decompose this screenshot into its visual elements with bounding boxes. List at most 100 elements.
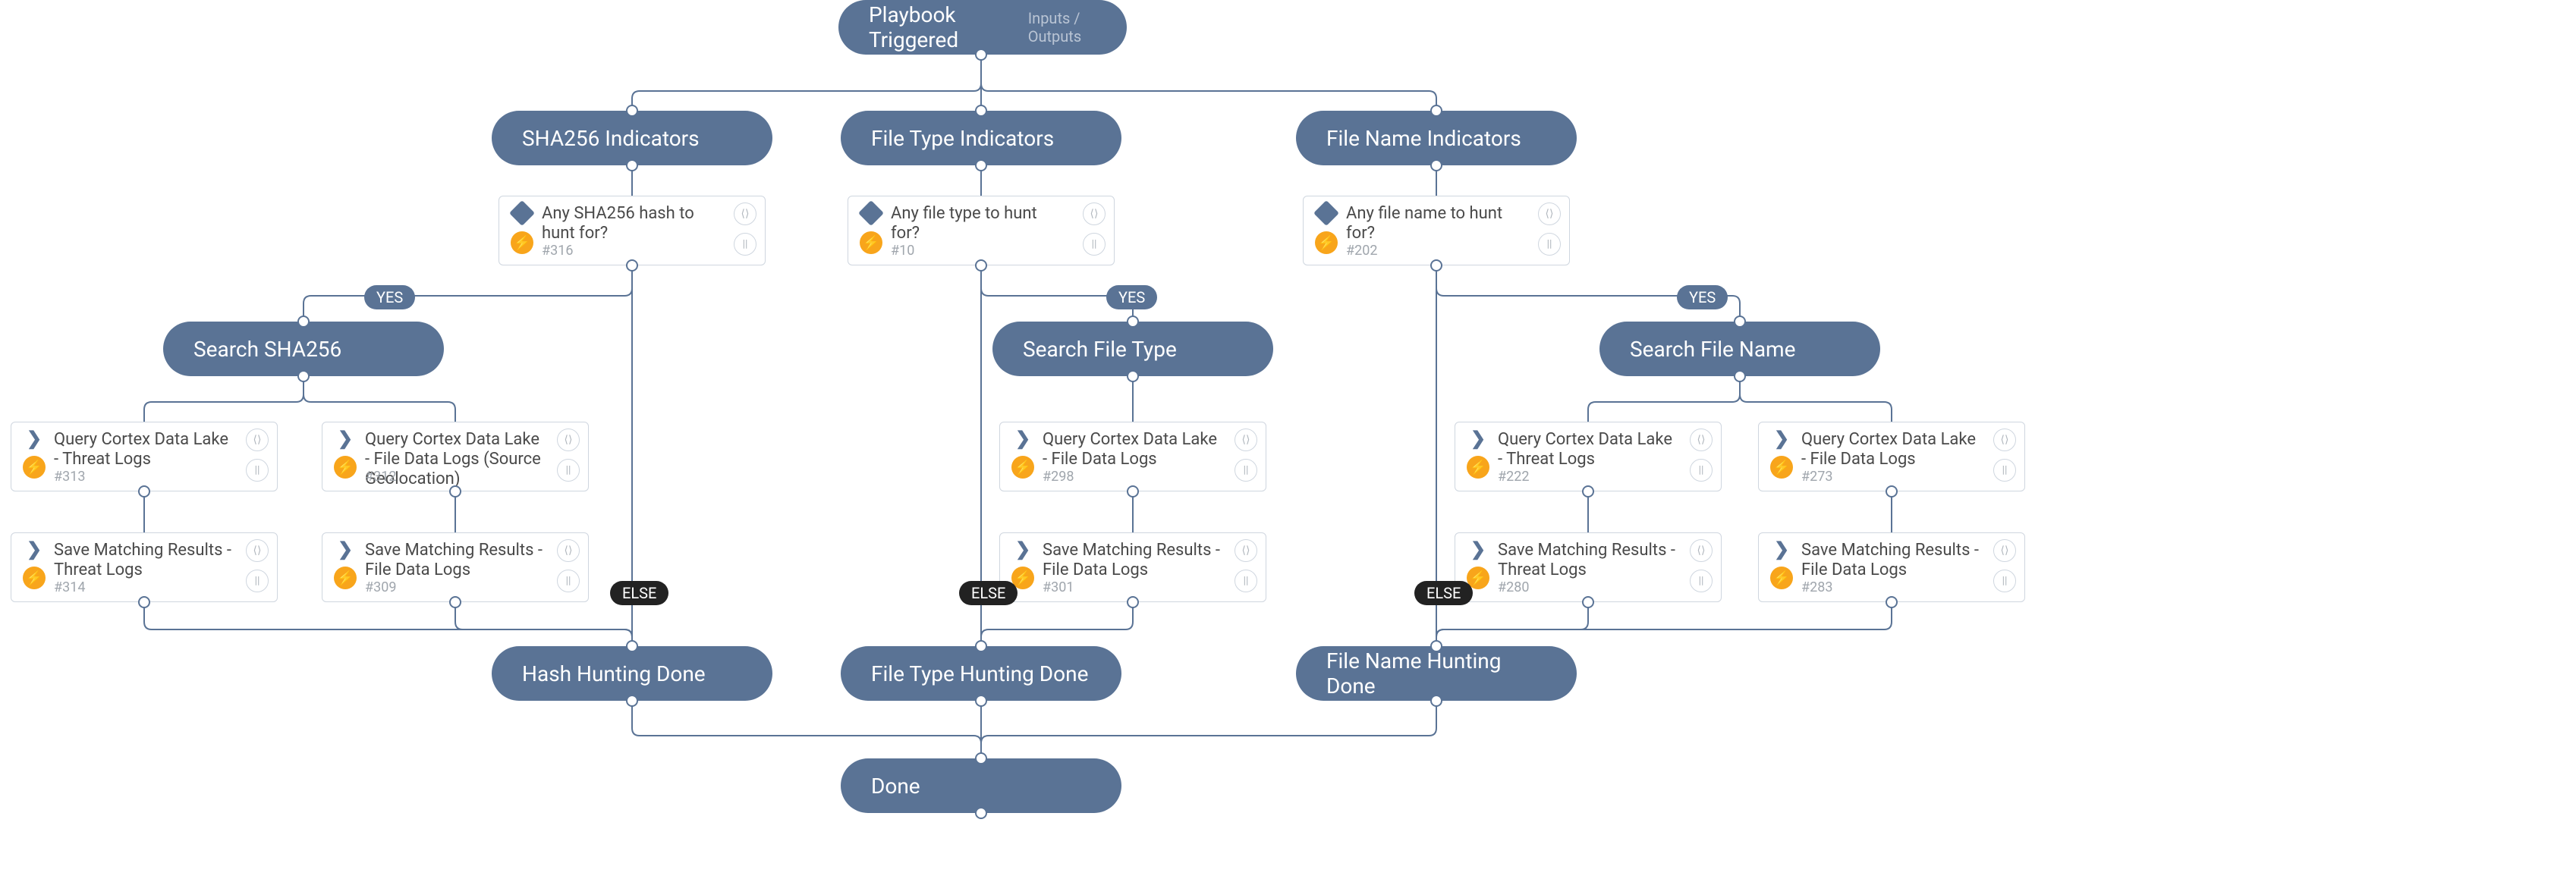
playbook-triggered-pill[interactable]: Playbook Triggered Inputs / Outputs bbox=[838, 0, 1127, 55]
query-file-filetype-card[interactable]: ❯ ⚡ Query Cortex Data Lake - File Data L… bbox=[999, 422, 1266, 491]
automation-icon: ⚡ bbox=[860, 231, 882, 254]
query-file-sha256-card[interactable]: ❯ ⚡ Query Cortex Data Lake - File Data L… bbox=[322, 422, 589, 491]
sha256-indicators-pill[interactable]: SHA256 Indicators bbox=[492, 111, 772, 165]
automation-icon: ⚡ bbox=[334, 456, 357, 479]
filename-done-pill[interactable]: File Name Hunting Done bbox=[1296, 646, 1577, 701]
save-file-filename-card[interactable]: ❯ ⚡ Save Matching Results - File Data Lo… bbox=[1758, 532, 2025, 602]
code-icon[interactable]: ⟨⟩ bbox=[1083, 202, 1106, 225]
subplaybook-icon: ❯ bbox=[1772, 430, 1791, 447]
code-icon[interactable]: ⟨⟩ bbox=[1235, 539, 1257, 562]
port bbox=[297, 315, 310, 328]
section-label: File Name Hunting Done bbox=[1326, 648, 1546, 698]
pause-icon[interactable]: || bbox=[1993, 570, 2016, 592]
port bbox=[1127, 315, 1139, 328]
port bbox=[138, 485, 150, 498]
code-icon[interactable]: ⟨⟩ bbox=[557, 539, 580, 562]
port bbox=[1582, 596, 1594, 608]
pause-icon[interactable]: || bbox=[557, 459, 580, 482]
code-icon[interactable]: ⟨⟩ bbox=[1993, 539, 2016, 562]
port bbox=[449, 596, 461, 608]
code-icon[interactable]: ⟨⟩ bbox=[1235, 429, 1257, 451]
port bbox=[975, 640, 987, 652]
automation-icon: ⚡ bbox=[511, 231, 533, 254]
filetype-done-pill[interactable]: File Type Hunting Done bbox=[841, 646, 1121, 701]
code-icon[interactable]: ⟨⟩ bbox=[246, 429, 269, 451]
port bbox=[1430, 159, 1442, 171]
save-file-sha256-card[interactable]: ❯ ⚡ Save Matching Results - File Data Lo… bbox=[322, 532, 589, 602]
code-icon[interactable]: ⟨⟩ bbox=[1690, 539, 1713, 562]
section-label: Search File Name bbox=[1630, 337, 1795, 362]
query-threat-sha256-card[interactable]: ❯ ⚡ Query Cortex Data Lake - Threat Logs… bbox=[11, 422, 278, 491]
pause-icon[interactable]: || bbox=[1235, 570, 1257, 592]
search-filetype-pill[interactable]: Search File Type bbox=[992, 322, 1273, 376]
task-id: #280 bbox=[1498, 579, 1529, 595]
automation-icon: ⚡ bbox=[1770, 567, 1793, 589]
task-id: #313 bbox=[54, 469, 85, 485]
code-icon[interactable]: ⟨⟩ bbox=[1993, 429, 2016, 451]
save-threat-filename-card[interactable]: ❯ ⚡ Save Matching Results - Threat Logs … bbox=[1455, 532, 1722, 602]
port bbox=[1582, 485, 1594, 498]
pause-icon[interactable]: || bbox=[1690, 570, 1713, 592]
section-label: Search SHA256 bbox=[193, 337, 341, 362]
save-threat-sha256-card[interactable]: ❯ ⚡ Save Matching Results - Threat Logs … bbox=[11, 532, 278, 602]
port bbox=[138, 596, 150, 608]
any-sha256-card[interactable]: ⚡ Any SHA256 hash to hunt for? #316 ⟨⟩ |… bbox=[499, 196, 766, 265]
else-badge: ELSE bbox=[610, 581, 668, 605]
save-file-filetype-card[interactable]: ❯ ⚡ Save Matching Results - File Data Lo… bbox=[999, 532, 1266, 602]
else-badge: ELSE bbox=[959, 581, 1018, 605]
io-label[interactable]: Inputs / Outputs bbox=[1028, 9, 1096, 46]
else-badge: ELSE bbox=[1414, 581, 1473, 605]
section-label: Done bbox=[871, 774, 920, 799]
filename-indicators-pill[interactable]: File Name Indicators bbox=[1296, 111, 1577, 165]
root-title: Playbook Triggered bbox=[869, 2, 983, 52]
any-filename-card[interactable]: ⚡ Any file name to hunt for? #202 ⟨⟩ || bbox=[1303, 196, 1570, 265]
any-filetype-card[interactable]: ⚡ Any file type to hunt for? #10 ⟨⟩ || bbox=[848, 196, 1115, 265]
pause-icon[interactable]: || bbox=[1993, 459, 2016, 482]
yes-badge: YES bbox=[1677, 285, 1728, 309]
automation-icon: ⚡ bbox=[23, 456, 46, 479]
code-icon[interactable]: ⟨⟩ bbox=[557, 429, 580, 451]
port bbox=[1127, 485, 1139, 498]
section-label: Search File Type bbox=[1023, 337, 1177, 362]
pause-icon[interactable]: || bbox=[246, 570, 269, 592]
pause-icon[interactable]: || bbox=[557, 570, 580, 592]
done-pill[interactable]: Done bbox=[841, 758, 1121, 813]
task-id: #283 bbox=[1801, 579, 1832, 595]
subplaybook-icon: ❯ bbox=[24, 430, 44, 447]
pause-icon[interactable]: || bbox=[246, 459, 269, 482]
subplaybook-icon: ❯ bbox=[335, 541, 355, 557]
code-icon[interactable]: ⟨⟩ bbox=[1690, 429, 1713, 451]
task-title: Query Cortex Data Lake - File Data Logs bbox=[1043, 430, 1220, 469]
code-icon[interactable]: ⟨⟩ bbox=[734, 202, 756, 225]
task-id: #273 bbox=[1801, 469, 1832, 485]
search-sha256-pill[interactable]: Search SHA256 bbox=[163, 322, 444, 376]
section-label: Hash Hunting Done bbox=[522, 661, 706, 686]
port bbox=[975, 695, 987, 707]
query-file-filename-card[interactable]: ❯ ⚡ Query Cortex Data Lake - File Data L… bbox=[1758, 422, 2025, 491]
code-icon[interactable]: ⟨⟩ bbox=[246, 539, 269, 562]
task-id: #10 bbox=[891, 243, 914, 259]
code-icon[interactable]: ⟨⟩ bbox=[1538, 202, 1561, 225]
pause-icon[interactable]: || bbox=[734, 233, 756, 256]
pause-icon[interactable]: || bbox=[1083, 233, 1106, 256]
port bbox=[975, 807, 987, 819]
automation-icon: ⚡ bbox=[334, 567, 357, 589]
hash-done-pill[interactable]: Hash Hunting Done bbox=[492, 646, 772, 701]
task-title: Query Cortex Data Lake - Threat Logs bbox=[54, 430, 231, 469]
filetype-indicators-pill[interactable]: File Type Indicators bbox=[841, 111, 1121, 165]
port bbox=[1886, 485, 1898, 498]
search-filename-pill[interactable]: Search File Name bbox=[1599, 322, 1880, 376]
query-threat-filename-card[interactable]: ❯ ⚡ Query Cortex Data Lake - Threat Logs… bbox=[1455, 422, 1722, 491]
pause-icon[interactable]: || bbox=[1690, 459, 1713, 482]
port bbox=[1886, 596, 1898, 608]
task-id: #316 bbox=[542, 243, 573, 259]
section-label: SHA256 Indicators bbox=[522, 126, 700, 151]
port bbox=[1430, 695, 1442, 707]
task-title: Any file type to hunt for? bbox=[891, 204, 1068, 243]
port bbox=[1127, 370, 1139, 382]
task-id: #309 bbox=[365, 579, 396, 595]
port bbox=[297, 370, 310, 382]
pause-icon[interactable]: || bbox=[1538, 233, 1561, 256]
pause-icon[interactable]: || bbox=[1235, 459, 1257, 482]
port bbox=[449, 485, 461, 498]
